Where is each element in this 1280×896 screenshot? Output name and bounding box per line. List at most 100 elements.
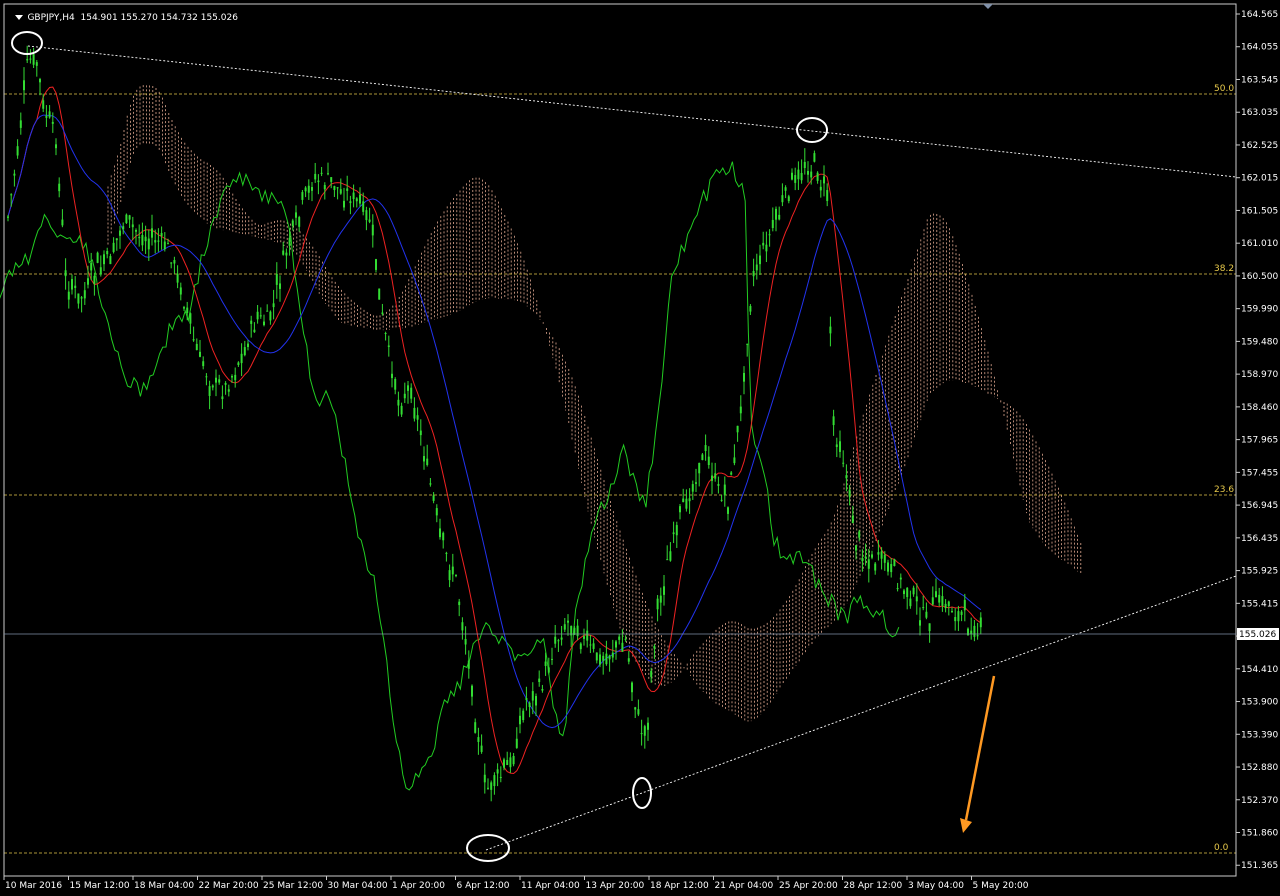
candle-body [813, 153, 816, 162]
candle-body [154, 240, 157, 243]
chart-menu-triangle-icon[interactable] [15, 15, 24, 20]
candle-body [979, 617, 982, 628]
ichimoku-cloud [107, 85, 1082, 722]
candle-body [439, 528, 441, 538]
candle-body [941, 596, 944, 606]
price-tick-label: 163.545 [1241, 75, 1278, 85]
candle-body [400, 405, 403, 415]
candle-body [419, 430, 422, 436]
candle-body [384, 332, 387, 334]
candle-body [634, 707, 637, 710]
candle-body [896, 588, 899, 590]
price-chart[interactable]: 50.0 38.2 23.6 0.0 164.565 164.055 163.545 163… [0, 0, 1280, 896]
candle-body [64, 270, 67, 277]
candle-body [122, 226, 125, 230]
candle-body [605, 653, 608, 665]
candle-body [595, 652, 598, 661]
candle-body [330, 177, 333, 182]
candle-body [794, 175, 797, 183]
candle-body [250, 320, 253, 324]
chart-header[interactable]: GBPJPY,H4 154.901 155.270 154.732 155.02… [4, 3, 238, 33]
candle-body [781, 195, 784, 203]
annotations[interactable] [11, 31, 996, 862]
highlight-circle [632, 777, 652, 809]
candle-body [23, 80, 25, 91]
candle-body [797, 169, 800, 180]
price-tick-label: 154.410 [1241, 665, 1278, 675]
candle-body [112, 242, 115, 252]
chart-window[interactable]: 50.0 38.2 23.6 0.0 164.565 164.055 163.545 163… [0, 0, 1280, 896]
candle-body [512, 755, 515, 765]
candle-body [778, 214, 781, 220]
price-tick-label: 163.035 [1241, 108, 1278, 118]
candle-body [803, 161, 806, 169]
price-tick-label: 162.015 [1241, 174, 1278, 184]
candle-body [295, 212, 297, 218]
candle-body [752, 270, 755, 277]
candle-body [96, 252, 99, 263]
candle-body [957, 611, 960, 622]
candle-body [387, 345, 390, 347]
candle-body [880, 551, 883, 559]
candle-body [583, 636, 585, 639]
candle-body [131, 224, 134, 228]
candle-body [394, 379, 397, 390]
candle-body [717, 484, 720, 486]
candle-body [784, 187, 787, 191]
candle-body [544, 661, 547, 667]
candle-body [48, 111, 51, 118]
candle-body [621, 642, 624, 652]
candle-body [768, 234, 771, 236]
trendlines[interactable] [27, 45, 1237, 851]
fibonacci-levels[interactable]: 50.0 38.2 23.6 0.0 [4, 84, 1236, 854]
candle-body [720, 499, 723, 501]
candle-body [688, 498, 691, 502]
candle-body [944, 603, 947, 609]
candle-body [954, 617, 957, 622]
candle-body [714, 473, 717, 479]
candle-body [496, 769, 499, 774]
candle-body [61, 219, 64, 226]
candle-body [29, 58, 32, 60]
candle-body [362, 201, 365, 212]
candle-body [381, 312, 384, 314]
candle-body [935, 591, 937, 598]
candle-body [602, 655, 605, 661]
candle-body [298, 217, 301, 227]
symbol-timeframe: GBPJPY,H4 [27, 13, 75, 23]
candle-body [451, 566, 454, 575]
candle-body [103, 254, 105, 265]
candle-body [423, 456, 425, 462]
price-tick-label: 161.505 [1241, 206, 1278, 216]
candle-body [371, 224, 374, 236]
candle-body [682, 498, 685, 503]
candle-body [723, 484, 726, 496]
candle-body [42, 100, 45, 109]
candle-body [557, 640, 560, 642]
candle-body [653, 646, 656, 649]
candle-body [867, 559, 870, 569]
candle-body [339, 189, 342, 194]
time-tick-label: 30 Mar 04:00 [328, 881, 388, 891]
candle-body [13, 173, 16, 176]
price-tick-label: 160.500 [1241, 272, 1278, 282]
candle-body [186, 307, 189, 314]
candle-body [816, 172, 819, 181]
candle-body [74, 285, 77, 289]
candle-body [426, 458, 429, 465]
candle-body [151, 228, 153, 238]
candle-body [211, 385, 214, 388]
candle-body [243, 347, 246, 356]
price-tick-label: 153.900 [1241, 698, 1278, 708]
candle-body [432, 495, 435, 501]
candle-body [167, 243, 169, 245]
candle-body [493, 775, 496, 787]
candle-body [343, 200, 345, 208]
chikou-span-line [0, 161, 900, 791]
candle-body [7, 216, 9, 218]
candle-body [448, 570, 451, 581]
candle-body [429, 483, 432, 485]
candle-body [730, 472, 733, 475]
candle-body [93, 275, 96, 285]
candle-body [749, 306, 752, 312]
